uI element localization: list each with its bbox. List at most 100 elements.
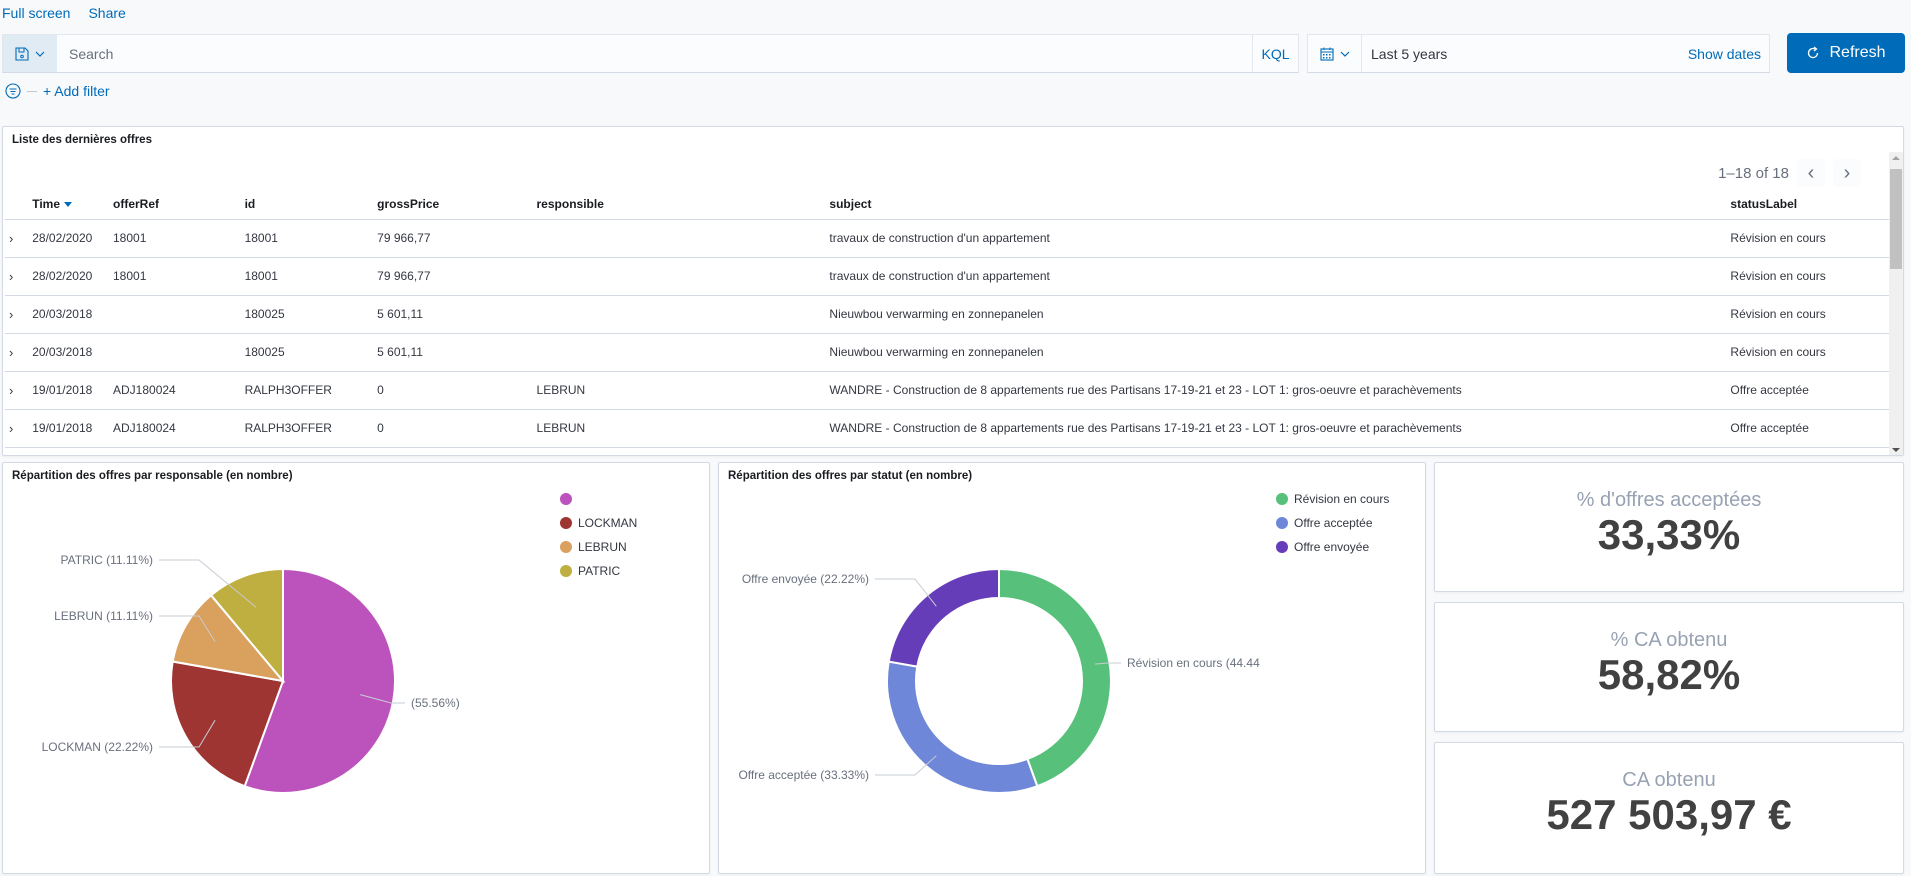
- chart-legend: Révision en cours Offre acceptée Offre env…: [1276, 487, 1389, 559]
- column-header-subject[interactable]: subject: [825, 189, 1727, 220]
- saved-query-button[interactable]: [3, 35, 57, 72]
- column-header-statuslabel[interactable]: statusLabel: [1726, 189, 1891, 220]
- metric-label: % d'offres acceptées: [1576, 489, 1762, 511]
- legend-item[interactable]: LOCKMAN: [560, 511, 637, 535]
- legend-label: LOCKMAN: [578, 516, 638, 530]
- full-screen-link[interactable]: Full screen: [2, 5, 70, 21]
- legend-item[interactable]: PATRIC: [560, 559, 637, 583]
- scroll-up-arrow-icon[interactable]: [1892, 156, 1900, 160]
- cell-time: 20/03/2018: [28, 333, 109, 372]
- cell-statuslabel: Offre acceptée: [1726, 371, 1891, 410]
- table-header-row: Time offerRef id grossPrice responsible …: [5, 189, 1891, 220]
- table-row: › 20/03/2018 180025 5 601,11 Nieuwbou verwar…: [5, 333, 1891, 372]
- pie-slice[interactable]: [886, 660, 1039, 794]
- filter-icon[interactable]: [5, 83, 21, 99]
- table-row: › 20/03/2018 180025 5 601,11 Nieuwbou verwar…: [5, 295, 1891, 334]
- column-header-grossprice[interactable]: grossPrice: [373, 189, 533, 220]
- cell-grossprice: 0: [373, 371, 533, 410]
- cell-subject: travaux de construction d'un appartement: [825, 257, 1727, 296]
- responsible-pie-panel: Répartition des offres par responsable (…: [2, 462, 710, 874]
- table-row: › 28/02/2020 18001 18001 79 966,77 travaux de…: [5, 219, 1891, 258]
- cell-offerref: 18001: [109, 219, 241, 258]
- refresh-button[interactable]: Refresh: [1787, 33, 1905, 73]
- expand-row-chevron-icon[interactable]: ›: [9, 307, 13, 322]
- legend-color-dot-icon: [1276, 493, 1288, 505]
- query-bar: KQL: [2, 34, 1299, 73]
- date-range-value[interactable]: Last 5 years: [1362, 46, 1688, 62]
- divider: [27, 90, 37, 92]
- cell-time: 28/02/2020: [28, 257, 109, 296]
- legend-label: PATRIC: [578, 564, 621, 578]
- expand-row-chevron-icon[interactable]: ›: [9, 231, 13, 246]
- expand-row-chevron-icon[interactable]: ›: [9, 269, 13, 284]
- metric-label: CA obtenu: [1622, 769, 1716, 791]
- legend-item[interactable]: LEBRUN: [560, 535, 637, 559]
- expand-row-chevron-icon[interactable]: ›: [9, 383, 13, 398]
- cell-subject: Nieuwbou verwarming en zonnepanelen: [825, 295, 1727, 334]
- metric-value: 527 503,97 €: [1546, 791, 1792, 838]
- panel-title: Liste des dernières offres: [12, 134, 152, 146]
- cell-statuslabel: Offre acceptée: [1726, 409, 1891, 448]
- cell-time: 20/03/2018: [28, 295, 109, 334]
- column-header-responsible[interactable]: responsible: [532, 189, 826, 220]
- table-scrollbar[interactable]: [1889, 152, 1903, 455]
- pagination: 1–18 of 18 ‹ ›: [1718, 159, 1861, 187]
- scrollbar-thumb[interactable]: [1890, 169, 1902, 269]
- legend-color-dot-icon: [1276, 517, 1288, 529]
- scroll-down-arrow-icon[interactable]: [1892, 448, 1900, 452]
- legend-label: LEBRUN: [578, 540, 627, 554]
- table-row: › 28/02/2020 18001 18001 79 966,77 travaux de…: [5, 257, 1891, 296]
- slice-label: PATRIC (11.11%): [61, 553, 153, 567]
- previous-page-button[interactable]: ‹: [1797, 159, 1825, 187]
- metric-value: 58,82%: [1597, 651, 1741, 698]
- search-input[interactable]: [57, 35, 1252, 72]
- cell-offerref: [109, 333, 241, 372]
- expand-row-chevron-icon[interactable]: ›: [9, 345, 13, 360]
- cell-grossprice: 5 601,11: [373, 333, 533, 372]
- cell-responsible: [532, 219, 826, 258]
- legend-item[interactable]: Offre envoyée: [1276, 535, 1389, 559]
- share-link[interactable]: Share: [88, 5, 125, 21]
- column-header-time[interactable]: Time: [28, 189, 109, 220]
- cell-responsible: LEBRUN: [532, 371, 826, 410]
- filter-bar: + Add filter: [5, 83, 110, 99]
- chevron-right-icon: ›: [1843, 161, 1851, 184]
- cell-id: 180025: [240, 333, 374, 372]
- legend-item[interactable]: Révision en cours: [1276, 487, 1389, 511]
- offers-table-panel: Liste des dernières offres 1–18 of 18 ‹ …: [2, 126, 1904, 456]
- pie-slice[interactable]: [887, 567, 1000, 668]
- chevron-down-icon: [1340, 51, 1349, 57]
- metric-label: % CA obtenu: [1610, 629, 1728, 651]
- query-language-button[interactable]: KQL: [1252, 35, 1298, 72]
- add-filter-button[interactable]: + Add filter: [43, 83, 110, 99]
- cell-time: 19/01/2018: [28, 371, 109, 410]
- metric-ca-percent: % CA obtenu 58,82%: [1434, 602, 1904, 732]
- slice-label: Offre acceptée (33.33%): [738, 768, 869, 782]
- legend-item[interactable]: Offre acceptée: [1276, 511, 1389, 535]
- column-header-id[interactable]: id: [240, 189, 374, 220]
- legend-label: Offre envoyée: [1294, 540, 1370, 554]
- pie-slice[interactable]: [998, 567, 1112, 788]
- sort-descending-icon[interactable]: [64, 202, 73, 208]
- legend-color-dot-icon: [560, 541, 572, 553]
- cell-grossprice: 5 601,11: [373, 295, 533, 334]
- cell-grossprice: 0: [373, 409, 533, 448]
- next-page-button[interactable]: ›: [1833, 159, 1861, 187]
- table-row: › 19/01/2018 ADJ180024 RALPH3OFFER 0 LEBRUN WA…: [5, 409, 1891, 448]
- quick-select-button[interactable]: [1308, 35, 1362, 72]
- refresh-label: Refresh: [1829, 44, 1886, 61]
- cell-offerref: [109, 295, 241, 334]
- column-header-offerref[interactable]: offerRef: [109, 189, 241, 220]
- top-nav: Full screen Share: [0, 0, 126, 26]
- cell-responsible: [532, 333, 826, 372]
- cell-responsible: [532, 295, 826, 334]
- legend-item[interactable]: [560, 487, 637, 511]
- legend-color-dot-icon: [1276, 541, 1288, 553]
- cell-offerref: ADJ180024: [109, 371, 241, 410]
- legend-color-dot-icon: [560, 565, 572, 577]
- show-dates-button[interactable]: Show dates: [1688, 46, 1769, 62]
- expand-row-chevron-icon[interactable]: ›: [9, 421, 13, 436]
- calendar-icon: [1319, 47, 1334, 61]
- cell-grossprice: 79 966,77: [373, 257, 533, 296]
- slice-label: LEBRUN (11.11%): [54, 609, 153, 623]
